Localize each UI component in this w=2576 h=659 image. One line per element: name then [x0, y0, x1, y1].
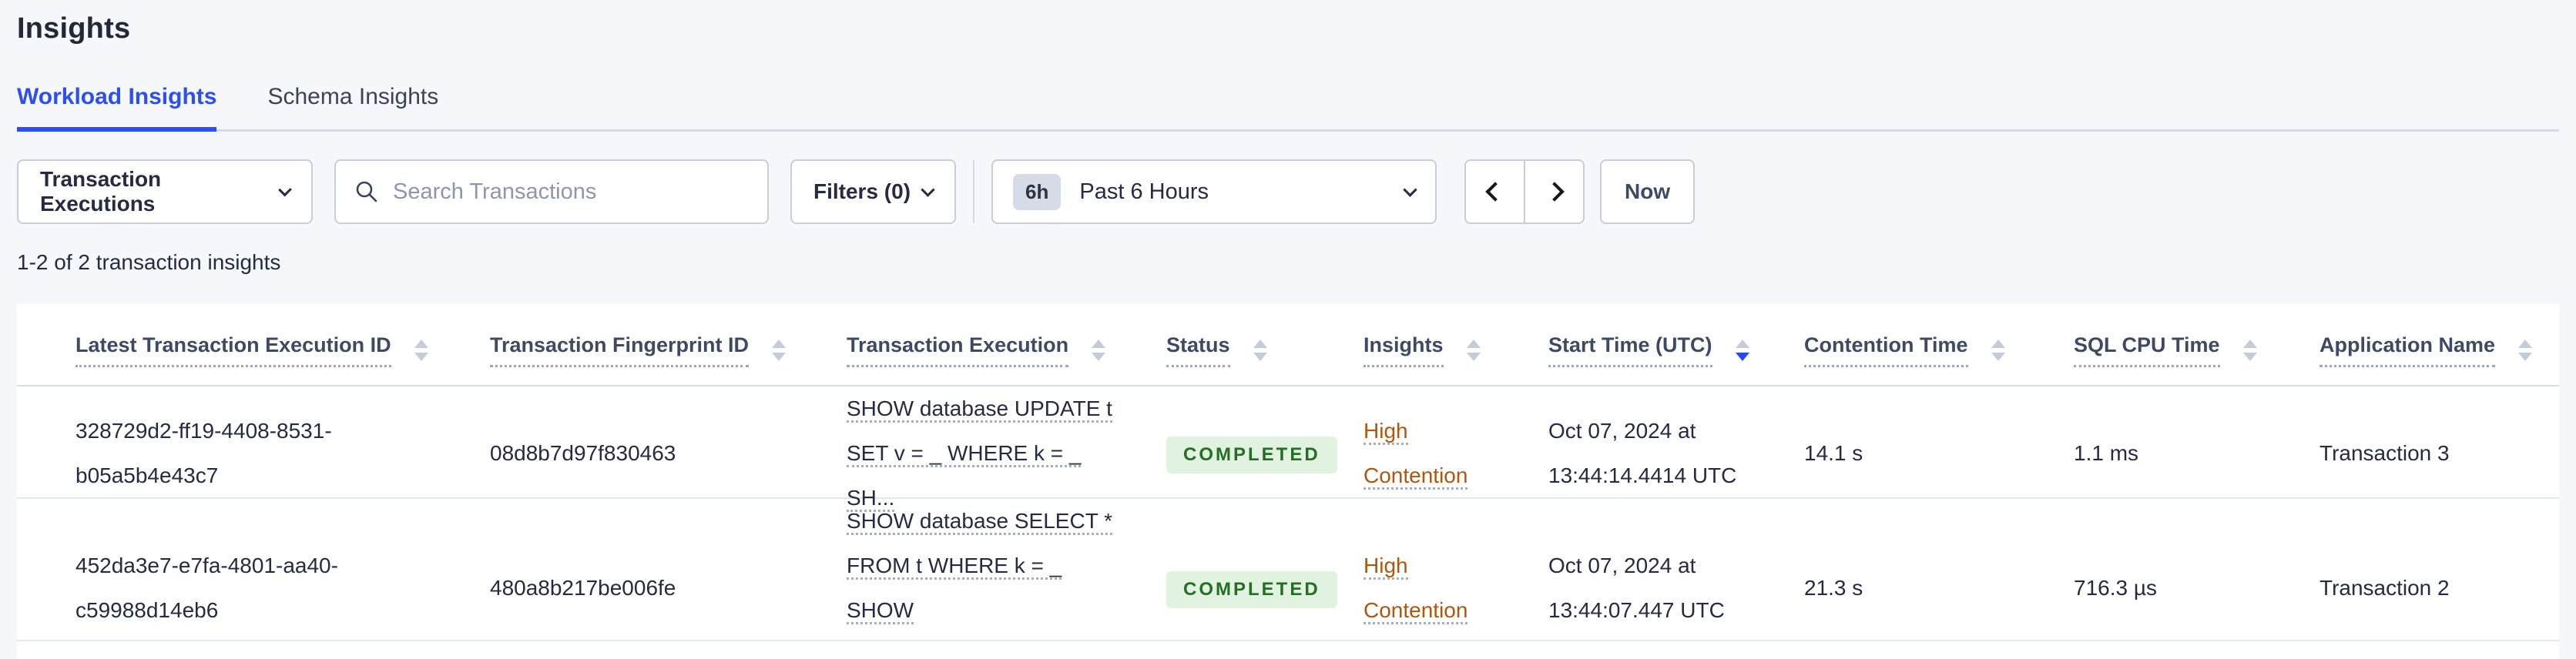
- sort-icon: [772, 339, 787, 361]
- page-title: Insights: [17, 12, 131, 45]
- sort-icon: [1466, 339, 1481, 361]
- transaction-execution-link[interactable]: SHOW database SELECT * FROM t WHERE k = …: [847, 509, 1112, 659]
- chevron-left-icon: [1484, 182, 1505, 202]
- tab-schema-insights[interactable]: Schema Insights: [267, 84, 438, 132]
- column-header-application-name[interactable]: Application Name: [2319, 323, 2559, 367]
- time-range-prev-button[interactable]: [1464, 159, 1526, 224]
- cell-fingerprint-id: 08d8b7d97f830463: [490, 440, 676, 465]
- sort-icon: [1092, 339, 1106, 361]
- cell-execution-id: 452da3e7-e7fa-4801-aa40-c59988d14eb6: [75, 553, 338, 622]
- status-badge: COMPLETED: [1166, 570, 1337, 608]
- search-icon: [356, 181, 377, 202]
- column-header-sql-cpu-time[interactable]: SQL CPU Time: [2074, 323, 2319, 367]
- tab-bar: Workload Insights Schema Insights: [17, 84, 2559, 132]
- search-input[interactable]: [393, 179, 749, 205]
- sort-icon-active-desc: [1735, 339, 1749, 361]
- insight-type-dropdown[interactable]: Transaction Executions: [17, 159, 313, 224]
- results-summary: 1-2 of 2 transaction insights: [17, 250, 281, 274]
- now-button[interactable]: Now: [1600, 159, 1696, 224]
- column-header-start-time[interactable]: Start Time (UTC): [1548, 323, 1804, 367]
- time-range-next-button[interactable]: [1524, 159, 1585, 224]
- insight-type-dropdown-label: Transaction Executions: [40, 167, 162, 216]
- cell-fingerprint-id: 480a8b217be006fe: [490, 575, 676, 600]
- sort-icon: [2242, 339, 2257, 361]
- search-box[interactable]: [334, 159, 769, 224]
- sort-icon: [2518, 339, 2533, 361]
- cell-contention-time: 21.3 s: [1804, 575, 1863, 600]
- column-header-status[interactable]: Status: [1166, 323, 1363, 367]
- insights-table-card: Latest Transaction Execution ID Transact…: [17, 304, 2559, 659]
- filters-button-label: Filters (0): [813, 179, 911, 203]
- column-header-transaction-execution[interactable]: Transaction Execution: [847, 323, 1166, 367]
- column-header-contention-time[interactable]: Contention Time: [1804, 323, 2074, 367]
- insight-link[interactable]: High Contention: [1363, 418, 1468, 490]
- tab-workload-insights[interactable]: Workload Insights: [17, 84, 217, 132]
- table-row: 452da3e7-e7fa-4801-aa40-c59988d14eb6 480…: [17, 499, 2559, 659]
- toolbar: Transaction Executions Filters (0) 6h Pa…: [17, 159, 2559, 224]
- column-header-insights[interactable]: Insights: [1363, 323, 1548, 367]
- transaction-execution-link[interactable]: SHOW database UPDATE t SET v = _ WHERE k…: [847, 396, 1112, 512]
- time-range-badge: 6h: [1013, 173, 1062, 210]
- insights-page: Insights Workload Insights Schema Insigh…: [0, 0, 2576, 659]
- chevron-down-icon: [921, 182, 935, 197]
- table-header-row: Latest Transaction Execution ID Transact…: [17, 304, 2559, 386]
- cell-contention-time: 14.1 s: [1804, 440, 1863, 465]
- time-range-label: Past 6 Hours: [1079, 179, 1209, 204]
- time-range-pager: [1464, 159, 1585, 224]
- chevron-down-icon: [1403, 182, 1417, 197]
- toolbar-divider: [973, 160, 975, 223]
- cell-start-time: Oct 07, 2024 at 13:44:07.447 UTC: [1548, 553, 1725, 622]
- status-badge: COMPLETED: [1166, 436, 1337, 473]
- chevron-down-icon: [277, 182, 292, 197]
- sort-icon: [1991, 339, 2005, 361]
- insight-link[interactable]: High Contention: [1363, 553, 1468, 624]
- table-row: 328729d2-ff19-4408-8531-b05a5b4e43c7 08d…: [17, 386, 2559, 512]
- column-header-latest-transaction-execution-id[interactable]: Latest Transaction Execution ID: [75, 323, 490, 367]
- filters-button[interactable]: Filters (0): [790, 159, 957, 224]
- cell-application-name: Transaction 2: [2319, 575, 2450, 600]
- time-range-picker[interactable]: 6h Past 6 Hours: [991, 159, 1437, 224]
- sort-icon: [414, 339, 428, 361]
- cell-start-time: Oct 07, 2024 at 13:44:14.4414 UTC: [1548, 418, 1737, 487]
- chevron-right-icon: [1544, 182, 1565, 202]
- sort-icon: [1253, 339, 1267, 361]
- cell-application-name: Transaction 3: [2319, 440, 2450, 465]
- cell-execution-id: 328729d2-ff19-4408-8531-b05a5b4e43c7: [75, 418, 332, 487]
- cell-sql-cpu-time: 716.3 µs: [2074, 575, 2157, 600]
- column-header-transaction-fingerprint-id[interactable]: Transaction Fingerprint ID: [490, 323, 847, 367]
- cell-sql-cpu-time: 1.1 ms: [2074, 440, 2139, 465]
